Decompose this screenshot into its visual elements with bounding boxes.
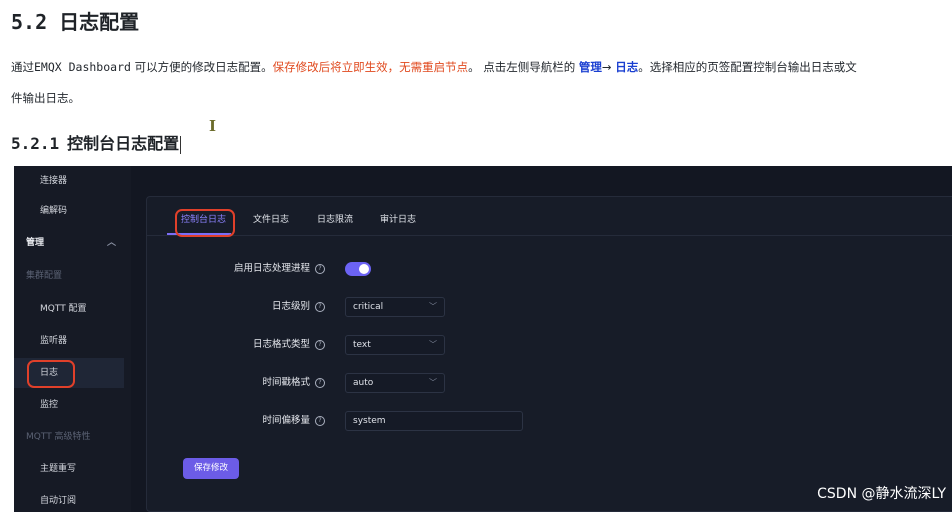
para-highlight: 保存修改后将立即生效，无需重启节点 [272,60,469,74]
tab-log-throttling[interactable]: 日志限流 [317,207,353,233]
text-cursor-icon: I [209,117,217,135]
select-value: text [353,340,371,350]
timestamp-format-label: 时间戳格式? [262,372,325,394]
chevron-up-icon: ︿ [106,238,116,248]
para-text: 可以方便的修改日志配置。 [130,60,273,74]
log-format-select[interactable]: text ﹀ [345,335,445,355]
help-icon[interactable]: ? [315,377,325,388]
tab-audit-log[interactable]: 审计日志 [380,207,416,233]
log-settings-panel: 控制台日志 文件日志 日志限流 审计日志 启用日志处理进程? 日志级别? cri… [146,196,952,512]
sidebar-item-auto-subscribe[interactable]: 自动订阅 [14,486,124,512]
help-icon[interactable]: ? [315,301,325,312]
dashboard-screenshot: 连接器 编解码 管理 ︿ 集群配置 MQTT 配置 监听器 日志 监控 MQTT… [14,166,952,512]
sidebar-item-listener[interactable]: 监听器 [14,326,124,356]
sidebar: 连接器 编解码 管理 ︿ 集群配置 MQTT 配置 监听器 日志 监控 MQTT… [14,166,131,512]
label-text: 启用日志处理进程 [233,263,310,274]
chevron-down-icon: ﹀ [429,340,437,349]
label-text: 日志级别 [271,301,310,312]
sidebar-group-label: 管理 [26,238,45,248]
time-offset-input[interactable]: system [345,411,523,431]
para-text: 通过 [11,60,34,74]
time-offset-label: 时间偏移量? [262,410,325,432]
subsection-title: 控制台日志配置 [67,134,180,153]
section-heading: 5.2 日志配置 [11,6,139,35]
subsection-heading: 5.2.1 控制台日志配置 [11,130,182,154]
help-icon[interactable]: ? [315,415,325,426]
para-line2: 件输出日志。 [11,91,80,105]
timestamp-format-select[interactable]: auto ﹀ [345,373,445,393]
label-text: 日志格式类型 [252,339,310,350]
para-arrow: → [601,60,616,74]
chevron-down-icon: ﹀ [429,378,437,387]
log-format-label: 日志格式类型? [253,334,325,356]
toggle-knob [359,264,369,274]
label-text: 时间戳格式 [262,377,310,388]
select-value: critical [353,302,384,312]
annotation-circle-log [27,360,75,388]
log-level-label: 日志级别? [272,296,325,318]
section-title: 日志配置 [59,10,140,34]
sidebar-item-codec[interactable]: 编解码 [14,196,124,226]
para-text: 。选择相应的页签配置控制台输出日志或文 [638,60,857,74]
enable-log-handler-toggle[interactable] [345,262,371,276]
help-icon[interactable]: ? [315,339,325,350]
log-level-select[interactable]: critical ﹀ [345,297,445,317]
para-text: 。 点击左侧导航栏的 [468,60,579,74]
save-button[interactable]: 保存修改 [183,458,239,479]
para-product-name: EMQX Dashboard [34,60,131,74]
subsection-number: 5.2.1 [11,134,60,153]
select-value: auto [353,378,374,388]
csdn-watermark: CSDN @静水流深LY [817,486,946,502]
section-number: 5.2 [11,10,48,34]
link-log[interactable]: 日志 [615,60,638,74]
sidebar-item-monitor[interactable]: 监控 [14,390,124,420]
chevron-down-icon: ﹀ [429,302,437,311]
sidebar-item-mqtt-config[interactable]: MQTT 配置 [14,294,124,324]
sidebar-subheading-cluster: 集群配置 [26,271,63,281]
annotation-circle-tab [175,209,235,237]
tab-divider [147,235,952,236]
sidebar-item-connector[interactable]: 连接器 [14,166,124,196]
sidebar-subheading-mqtt-advanced: MQTT 高级特性 [26,432,91,442]
sidebar-group-manage[interactable]: 管理 ︿ [14,228,124,258]
tab-file-log[interactable]: 文件日志 [253,207,289,233]
enable-log-handler-label: 启用日志处理进程? [234,258,325,280]
link-manage[interactable]: 管理 [579,60,602,74]
label-text: 时间偏移量 [262,415,310,426]
text-caret [180,135,182,154]
intro-paragraph: 通过EMQX Dashboard 可以方便的修改日志配置。保存修改后将立即生效，… [11,52,952,114]
help-icon[interactable]: ? [315,263,325,274]
sidebar-item-topic-rewrite[interactable]: 主题重写 [14,454,124,484]
